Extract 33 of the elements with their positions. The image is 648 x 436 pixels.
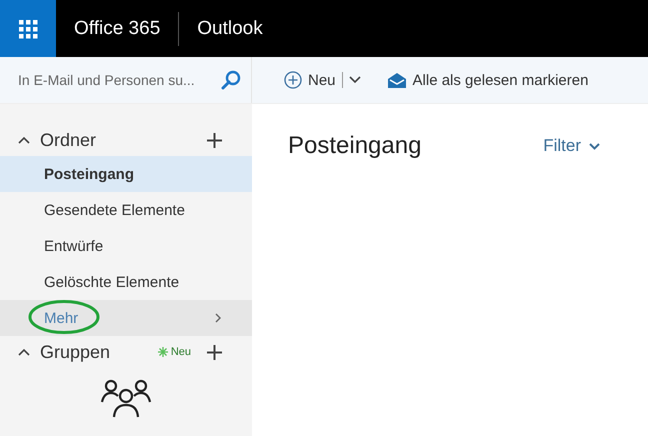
- search-icon[interactable]: [221, 70, 241, 90]
- mail-list-title: Posteingang: [288, 132, 422, 160]
- add-icon[interactable]: [207, 132, 222, 148]
- people-icon: [100, 378, 152, 418]
- chevron-icon: [589, 142, 600, 150]
- app-title: Outlook: [196, 18, 264, 40]
- chevron-icon: [18, 348, 30, 356]
- folder-item[interactable]: Gesendete Elemente: [0, 192, 252, 228]
- chevron-icon: [18, 136, 30, 144]
- mark-all-read-button[interactable]: Alle als gelesen markieren: [386, 72, 588, 88]
- add-icon[interactable]: [207, 344, 222, 360]
- folders-header[interactable]: Ordner: [18, 130, 96, 150]
- folder-item[interactable]: Entwürfe: [0, 228, 252, 264]
- plus-circle-icon: [284, 71, 302, 89]
- new-label: Neu: [170, 346, 191, 358]
- folder-label: Gelöschte Elemente: [44, 274, 180, 290]
- chevron-icon: [348, 76, 361, 84]
- envelope-icon: [386, 72, 407, 88]
- filter-button[interactable]: Filter: [543, 136, 600, 156]
- chevron-right-icon: [215, 313, 222, 323]
- new-button[interactable]: Neu: [284, 71, 361, 89]
- app-grid-icon[interactable]: [18, 18, 38, 38]
- app-launcher-button[interactable]: [0, 0, 56, 57]
- brand-title: Office 365: [73, 18, 162, 40]
- folder-label: Gesendete Elemente: [44, 202, 186, 218]
- groups-header[interactable]: Gruppen: [18, 342, 110, 362]
- folder-label: Posteingang: [44, 166, 136, 182]
- sparkle-icon: [158, 347, 168, 357]
- folder-label: Mehr: [44, 310, 80, 326]
- folder-item[interactable]: Posteingang: [0, 156, 252, 192]
- folder-label: Entwürfe: [44, 238, 104, 254]
- folder-item[interactable]: Gelöschte Elemente: [0, 264, 252, 300]
- search-field[interactable]: In E-Mail und Personen su...: [16, 71, 221, 89]
